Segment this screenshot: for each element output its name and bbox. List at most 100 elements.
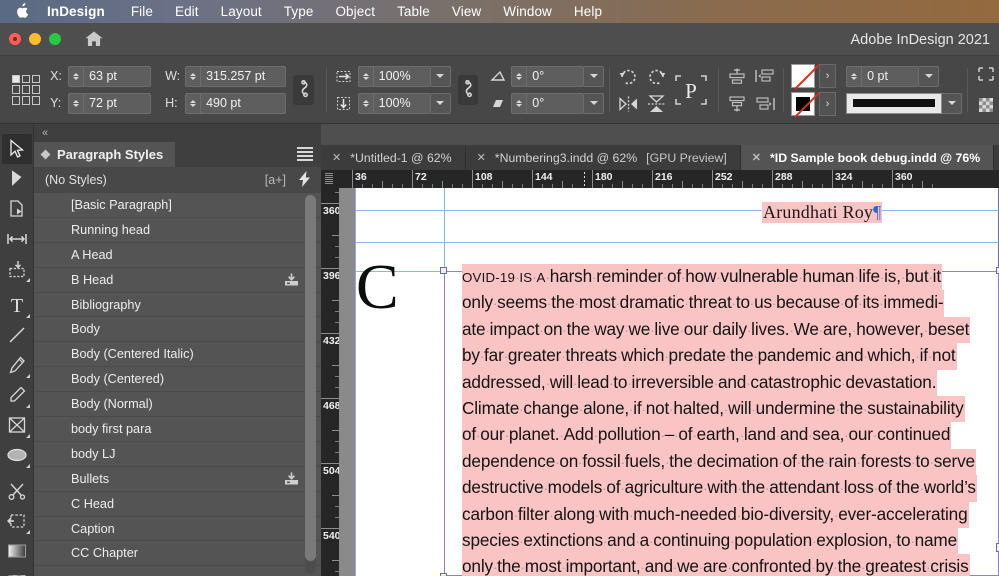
apple-logo-icon[interactable] bbox=[14, 2, 29, 19]
list-item[interactable]: Running head bbox=[34, 218, 321, 243]
tab-numbering3[interactable]: ✕ *Numbering3.indd @ 62% [GPU Preview] bbox=[466, 145, 741, 170]
stroke-style-dropdown[interactable] bbox=[942, 92, 963, 114]
panel-collapse-strip[interactable]: « bbox=[34, 124, 321, 142]
rotate-clockwise-icon[interactable] bbox=[615, 63, 641, 89]
menu-item-object[interactable]: Object bbox=[335, 4, 375, 19]
free-transform-tool[interactable] bbox=[2, 506, 32, 536]
constrain-width-height-chain-link-icon[interactable] bbox=[293, 74, 314, 105]
type-tool[interactable]: T bbox=[2, 290, 32, 320]
stroke-swatch-dropdown[interactable]: › bbox=[819, 91, 837, 116]
stroke-weight-dropdown[interactable] bbox=[919, 65, 940, 87]
home-icon[interactable] bbox=[84, 30, 104, 48]
y-input[interactable]: 72 pt bbox=[83, 92, 152, 114]
scissors-tool[interactable] bbox=[2, 476, 32, 506]
menu-item-indesign[interactable]: InDesign bbox=[47, 4, 105, 19]
x-stepper[interactable] bbox=[68, 65, 84, 87]
list-item[interactable]: Bullets bbox=[34, 467, 321, 492]
menu-item-file[interactable]: File bbox=[131, 4, 153, 19]
distribute-left-icon[interactable] bbox=[752, 63, 778, 89]
menu-item-edit[interactable]: Edit bbox=[175, 4, 199, 19]
styles-list-scrollbar[interactable] bbox=[305, 195, 316, 574]
menu-item-type[interactable]: Type bbox=[284, 4, 314, 19]
align-top-icon[interactable] bbox=[724, 63, 750, 89]
list-item[interactable]: Bibliography bbox=[34, 293, 321, 318]
fill-swatch-dropdown[interactable]: › bbox=[819, 63, 837, 88]
rotation-stepper[interactable] bbox=[511, 65, 527, 87]
w-input[interactable]: 315.257 pt bbox=[200, 65, 287, 87]
shear-stepper[interactable] bbox=[511, 92, 527, 114]
menu-item-table[interactable]: Table bbox=[397, 4, 430, 19]
list-item[interactable]: Body (Centered) bbox=[34, 367, 321, 393]
collapse-panel-icon[interactable]: « bbox=[42, 127, 48, 139]
rotation-input[interactable]: 0° bbox=[526, 65, 585, 87]
gradient-feather-tool[interactable] bbox=[2, 566, 32, 576]
maximize-window-button[interactable] bbox=[49, 33, 61, 45]
ruler-origin-box[interactable] bbox=[321, 170, 339, 188]
document-page[interactable]: Arundhati Roy¶ C OVID-19·IS·A·harsh·remi… bbox=[355, 188, 999, 576]
distribute-right-icon[interactable] bbox=[752, 91, 778, 117]
tab-paragraph-styles[interactable]: Paragraph Styles bbox=[34, 142, 176, 167]
panel-menu-icon[interactable] bbox=[297, 147, 313, 161]
stroke-weight-stepper[interactable] bbox=[846, 65, 862, 87]
reference-point-selector[interactable] bbox=[12, 74, 41, 105]
running-head-text[interactable]: Arundhati Roy¶ bbox=[762, 202, 883, 223]
ellipse-tool[interactable] bbox=[2, 440, 32, 470]
selection-tool[interactable] bbox=[1, 134, 32, 164]
list-item[interactable]: Body bbox=[34, 317, 321, 343]
close-window-button[interactable] bbox=[9, 33, 21, 45]
stroke-weight-input[interactable]: 0 pt bbox=[861, 65, 920, 87]
list-item[interactable]: A Head bbox=[34, 243, 321, 268]
pencil-tool[interactable] bbox=[2, 380, 32, 410]
horizontal-ruler[interactable]: 36 72 108 144 180 216 252 288 324 360 bbox=[321, 170, 999, 188]
fill-none-swatch[interactable] bbox=[791, 63, 820, 90]
menu-item-view[interactable]: View bbox=[452, 4, 481, 19]
document-canvas[interactable]: Arundhati Roy¶ C OVID-19·IS·A·harsh·remi… bbox=[339, 188, 999, 576]
list-item[interactable]: body first para bbox=[34, 417, 321, 442]
rotation-dropdown[interactable] bbox=[584, 65, 605, 87]
x-input[interactable]: 63 pt bbox=[83, 65, 152, 87]
shear-input[interactable]: 0° bbox=[526, 92, 585, 114]
content-collector-tool[interactable] bbox=[2, 254, 32, 284]
shear-dropdown[interactable] bbox=[584, 92, 605, 114]
list-item[interactable]: [Basic Paragraph] bbox=[34, 193, 321, 218]
panel-collapse-diamond-icon[interactable] bbox=[40, 149, 51, 160]
h-stepper[interactable] bbox=[185, 92, 201, 114]
list-item[interactable]: Body (Centered Italic) bbox=[34, 342, 321, 368]
close-icon[interactable]: ✕ bbox=[332, 151, 341, 164]
scale-y-stepper[interactable] bbox=[357, 92, 373, 114]
menu-item-layout[interactable]: Layout bbox=[221, 4, 262, 19]
stroke-none-swatch[interactable] bbox=[791, 91, 820, 118]
list-item[interactable]: CC Chapter bbox=[34, 541, 321, 567]
list-item[interactable]: Caption bbox=[34, 517, 321, 542]
body-text-block[interactable]: OVID-19·IS·A·harsh·reminder·of·how·vulne… bbox=[462, 264, 999, 576]
effects-fx-icon[interactable] bbox=[973, 61, 999, 87]
w-stepper[interactable] bbox=[185, 65, 201, 87]
gap-tool[interactable] bbox=[2, 224, 32, 254]
align-bottom-icon[interactable] bbox=[724, 91, 750, 117]
flip-vertical-icon[interactable] bbox=[643, 91, 669, 117]
scale-y-dropdown[interactable] bbox=[430, 92, 451, 114]
close-icon[interactable]: ✕ bbox=[752, 151, 761, 164]
scale-x-stepper[interactable] bbox=[357, 65, 373, 87]
rectangle-frame-tool[interactable] bbox=[2, 410, 32, 440]
lightning-bolt-icon[interactable] bbox=[298, 170, 311, 190]
list-item[interactable]: body LJ bbox=[34, 442, 321, 467]
paragraph-styles-list[interactable]: [Basic Paragraph] Running head A Head B … bbox=[34, 193, 321, 576]
preflight-p-icon[interactable]: P bbox=[669, 67, 713, 113]
scale-x-dropdown[interactable] bbox=[430, 65, 451, 87]
transparency-grid-icon[interactable] bbox=[973, 92, 999, 118]
flip-horizontal-icon[interactable] bbox=[615, 91, 641, 117]
y-stepper[interactable] bbox=[68, 92, 84, 114]
gradient-swatch-tool[interactable] bbox=[2, 536, 32, 566]
resize-handle-top-left[interactable] bbox=[440, 267, 447, 274]
solid-line-preview[interactable] bbox=[846, 92, 943, 114]
apply-next-style-icon[interactable]: [a+] bbox=[265, 173, 286, 187]
constrain-scale-chain-link-icon[interactable] bbox=[457, 74, 479, 105]
page-tool[interactable] bbox=[2, 194, 32, 224]
close-icon[interactable]: ✕ bbox=[477, 151, 486, 164]
h-input[interactable]: 490 pt bbox=[200, 92, 287, 114]
minimize-window-button[interactable] bbox=[29, 33, 41, 45]
list-item[interactable]: C Head bbox=[34, 492, 321, 517]
tab-id-sample-book-debug[interactable]: ✕ *ID Sample book debug.indd @ 76% bbox=[740, 145, 995, 170]
menu-item-help[interactable]: Help bbox=[574, 4, 602, 19]
